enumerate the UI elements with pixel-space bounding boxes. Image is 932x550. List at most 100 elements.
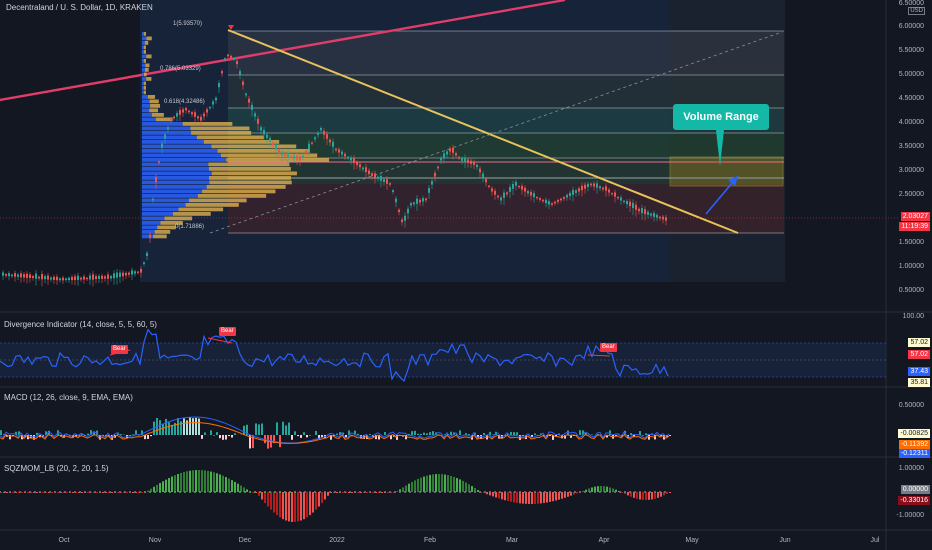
volume-bar-up [142,176,210,180]
price-tick: 4.00000 [898,119,924,126]
sqz-bar [174,475,176,492]
volume-bar-down [190,126,250,131]
macd-hist-bar [357,433,359,435]
candle-body [527,190,529,194]
candle-body [188,110,190,113]
candle-body [602,187,604,190]
time-tick: Mar [505,537,519,544]
sqz-bar [450,475,452,492]
sqz-dot [89,491,91,493]
candle-body [383,179,385,182]
volume-bar-up [142,95,148,99]
candle-body [446,151,448,155]
macd-hist-bar [432,431,434,435]
sqz-dot [304,491,306,493]
sqz-bar [405,485,407,492]
volume-bar-up [142,144,212,149]
candle-body [464,157,466,163]
sqz-bar [36,492,38,493]
candle-body [272,142,274,146]
candle-body [542,199,544,202]
candle-body [647,211,649,215]
divergence-title[interactable]: Divergence Indicator (14, close, 5, 5, 6… [4,320,157,329]
sqz-dot [54,491,56,493]
candle-body [155,177,157,183]
sqz-bar [567,492,569,497]
fib-label-0: 0(1.71886) [175,224,205,230]
sqz-dot [514,491,516,493]
candle-body [494,190,496,195]
candle-body [407,208,409,214]
div-value-1: 57.02 [908,338,930,347]
macd-hist-bar [171,424,173,435]
candle-body [353,158,355,164]
candle-body [452,147,454,153]
volume-bar-up [142,149,218,153]
candle-body [332,141,334,147]
candle-body [92,274,94,280]
fib-label-0786: 0.786(5.03329) [160,66,201,72]
sqz-bar [309,492,311,516]
volume-range-callout[interactable]: Volume Range [673,104,769,130]
candle-body [134,271,136,274]
candle-body [503,192,505,198]
sqz-bar [552,492,554,502]
sqz-bar [306,492,308,518]
sqz-dot [544,491,546,493]
symbol-title[interactable]: Decentraland / U. S. Dollar, 1D, KRAKEN [6,3,153,12]
candle-body [599,186,601,189]
candle-body [587,183,589,188]
candle-body [119,272,121,277]
sqz-bar [429,474,431,492]
candle-body [350,157,352,161]
sqz-dot [189,491,191,493]
candle-body [419,199,421,203]
candle-body [74,276,76,281]
candle-body [329,139,331,143]
sqz-bar [477,490,479,492]
candle-body [236,60,238,65]
candle-body [518,185,520,188]
candle-body [638,208,640,212]
sqz-dot [289,491,291,493]
sqz-bar [396,491,398,492]
sqz-dot [384,491,386,493]
sqz-bar [666,492,668,494]
sqz-bar [237,483,239,492]
sqz-bar [540,492,542,504]
volume-bar-up [142,203,186,207]
macd-hist-bar [414,430,416,435]
sqz-dot [339,491,341,493]
macd-hist-bar [420,433,422,435]
sqz-bar [132,492,134,493]
sqz-bar [216,473,218,492]
sqz-bar [300,492,302,521]
candle-body [356,162,358,165]
candle-body [440,157,442,161]
sqz-dot [624,491,626,493]
sqz-bar [12,492,14,493]
candle-body [263,129,265,135]
macd-title[interactable]: MACD (12, 26, close, 9, EMA, EMA) [4,393,133,402]
time-tick: Dec [238,537,252,544]
macd-hist-bar [426,433,428,435]
sqz-bar [219,474,221,492]
candle-body [32,276,34,278]
candle-body [257,118,259,124]
sqz-dot [519,491,521,493]
volume-bar-up [142,63,146,68]
candle-body [359,164,361,168]
sqz-dot [44,491,46,493]
sqz-bar [357,492,359,493]
sqz-dot [194,491,196,493]
price-chart-canvas[interactable] [0,0,932,550]
sqz-dot [9,491,11,493]
macd-hist-bar [555,435,557,437]
sqzmom-title[interactable]: SQZMOM_LB (20, 2, 20, 1.5) [4,464,108,473]
sqz-dot [649,491,651,493]
price-tick: 4.50000 [898,95,924,102]
macd-hist-bar [516,432,518,435]
macd-hist-bar [423,432,425,435]
volume-range-box[interactable] [669,156,784,187]
candle-body [362,167,364,170]
